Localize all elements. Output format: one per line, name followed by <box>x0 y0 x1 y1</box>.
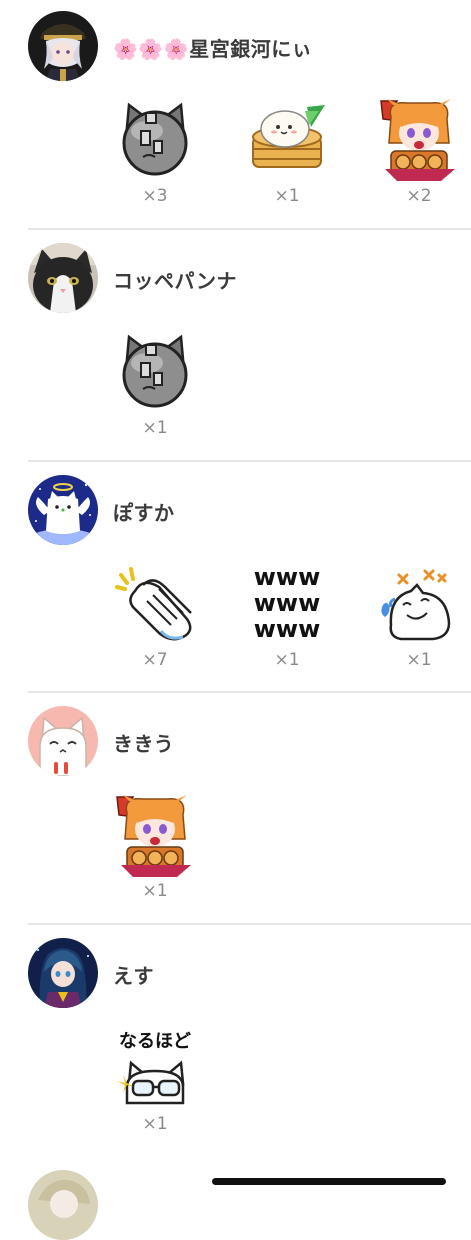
robot-cat-face-icon <box>122 102 188 176</box>
clapping-hands-icon <box>115 567 192 641</box>
stamp-count: ×2 <box>406 186 432 206</box>
partial-character-avatar-icon <box>28 1170 98 1240</box>
divider <box>28 691 471 693</box>
user-name: ぽすか <box>113 501 175 525</box>
naruhodo-glasses-cat-icon: なるほど <box>117 1031 191 1105</box>
svg-text:www: www <box>254 589 321 617</box>
stamp-count: ×1 <box>142 418 168 438</box>
stamp-count: ×7 <box>142 650 168 670</box>
divider <box>28 228 471 230</box>
orange-haired-girl-pon-icon <box>380 99 455 181</box>
stamp-count: ×1 <box>274 650 300 670</box>
stamp[interactable] <box>377 561 461 645</box>
svg-text:www: www <box>254 615 321 643</box>
stamp[interactable] <box>377 97 461 181</box>
silver-haired-character-avatar-icon <box>28 11 98 81</box>
home-indicator[interactable] <box>212 1178 446 1185</box>
crying-laughing-cat-icon <box>381 569 451 641</box>
stamp-count: ×1 <box>274 186 300 206</box>
stamp-count: ×1 <box>406 650 432 670</box>
user-name: ききう <box>113 732 175 756</box>
user-avatar[interactable] <box>28 243 98 313</box>
stamp-count: ×1 <box>142 1114 168 1134</box>
www-laugh-text-icon: www www www <box>254 563 321 643</box>
stamp-count: ×1 <box>142 881 168 901</box>
user-name: 🌸🌸🌸星宮銀河にぃ <box>113 37 313 61</box>
steamed-bun-icon <box>252 105 325 168</box>
user-name: えす <box>113 964 154 988</box>
orange-haired-girl-pon-icon <box>116 795 191 877</box>
stamp[interactable]: なるほど <box>113 1025 197 1109</box>
robot-cat-face-icon <box>122 334 188 408</box>
divider <box>28 460 471 462</box>
stamp[interactable] <box>113 793 197 877</box>
svg-text:なるほど: なるほど <box>119 1031 191 1052</box>
user-avatar[interactable] <box>28 11 98 81</box>
svg-text:www: www <box>254 563 321 591</box>
stamp[interactable] <box>113 561 197 645</box>
stamp-count: ×3 <box>142 186 168 206</box>
angel-cat-avatar-icon <box>28 475 98 545</box>
stamp[interactable] <box>113 97 197 181</box>
user-avatar[interactable] <box>28 938 98 1008</box>
stamp[interactable] <box>113 329 197 413</box>
user-avatar[interactable] <box>28 475 98 545</box>
dark-haired-character-avatar-icon <box>28 938 98 1008</box>
pink-cat-avatar-icon <box>28 706 98 776</box>
divider <box>28 923 471 925</box>
user-avatar-partial[interactable] <box>28 1170 98 1240</box>
stamp[interactable]: www www www <box>245 561 329 645</box>
stamp[interactable] <box>245 97 329 181</box>
user-avatar[interactable] <box>28 706 98 776</box>
black-white-cat-photo-avatar-icon <box>28 243 98 313</box>
user-name: コッペパンナ <box>113 269 237 293</box>
